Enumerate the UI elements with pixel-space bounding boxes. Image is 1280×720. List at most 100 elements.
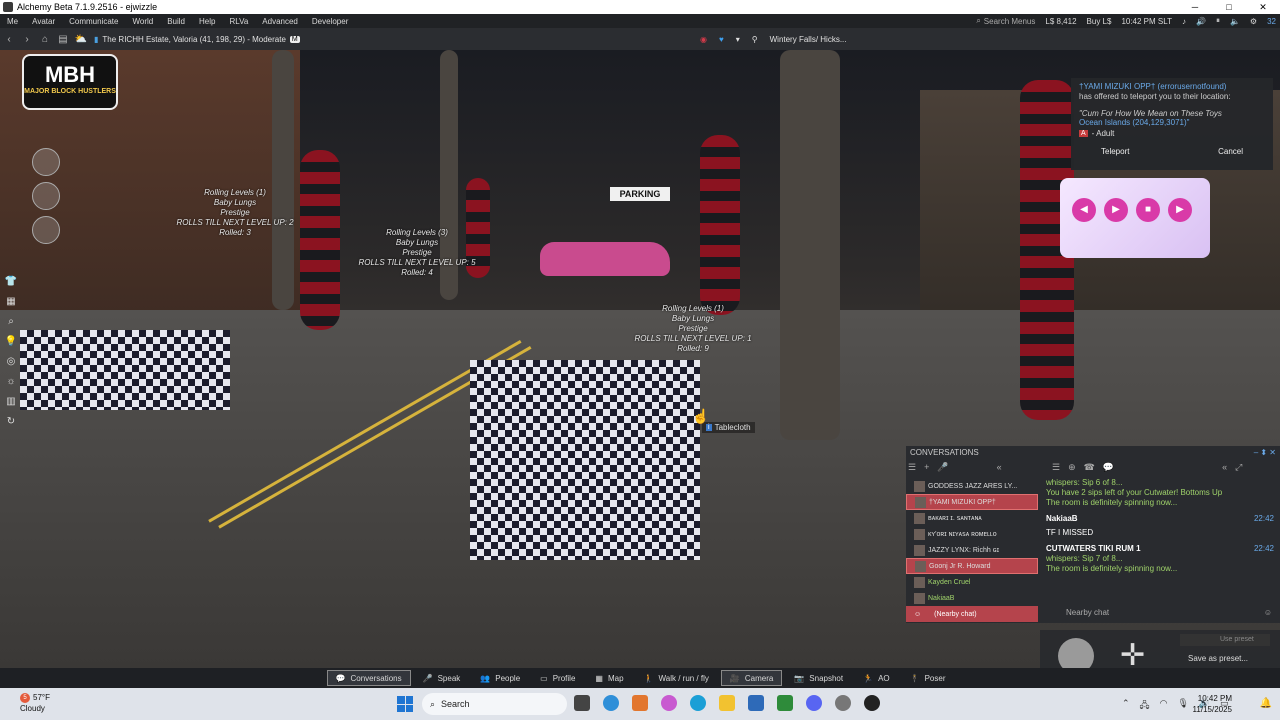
store-icon[interactable] [777, 695, 793, 711]
start-button[interactable] [397, 696, 413, 712]
location-bar[interactable]: ▮ The RICHH Estate, Valoria (41, 198, 29… [94, 35, 300, 44]
conversation-item[interactable]: ʙᴀᴋᴀʀɪ ɪ. ꜱᴀɴᴛᴀɴᴀ [906, 510, 1038, 526]
minimize-button[interactable]: ─ [1178, 0, 1212, 14]
parcel-info-icon[interactable]: ▮ [94, 35, 98, 44]
network-icon[interactable]: 🖧 [1140, 698, 1150, 714]
conversation-item[interactable]: Kayden Cruel [906, 574, 1038, 590]
taskbar-search[interactable]: ⌕ Search [422, 693, 567, 715]
eye-icon[interactable]: ◉ [700, 35, 707, 44]
conversation-item[interactable]: Goonj Jr R. Howard [906, 558, 1038, 574]
appearance-icon[interactable]: 👕 [3, 276, 19, 291]
landmark-icon[interactable]: ▤ [54, 34, 72, 45]
visual-studio-icon[interactable] [748, 695, 764, 711]
chevron-up-icon[interactable]: ⌃ [1122, 698, 1130, 714]
system-clock[interactable]: 10:42 PM 11/15/2025 [1193, 693, 1232, 715]
menu-me[interactable]: Me [0, 17, 25, 26]
conversations-button[interactable]: 💬 Conversations [326, 670, 411, 686]
voice-icon[interactable]: 🎤 [937, 462, 948, 476]
preset-select[interactable]: Use preset [1180, 634, 1270, 646]
browser-icon[interactable] [603, 695, 619, 711]
conversation-item-nearby[interactable]: ☺ (Nearby chat) [906, 606, 1038, 622]
lightbulb-icon[interactable]: 💡 [3, 336, 19, 351]
viewer-icon[interactable] [864, 695, 880, 711]
mic-icon[interactable]: 🎙 [1177, 698, 1188, 714]
refresh-icon[interactable]: ↻ [3, 416, 19, 431]
hud-next-icon[interactable]: ▶ [1168, 198, 1192, 222]
chat-options-icon[interactable]: ☰ [1052, 462, 1060, 473]
menu-advanced[interactable]: Advanced [255, 17, 305, 26]
home-icon[interactable]: ⌂ [36, 34, 54, 45]
environment-icon[interactable]: ☼ [3, 376, 19, 391]
pick-text[interactable]: Wintery Falls/ Hicks... [770, 35, 847, 44]
maximize-button[interactable]: □ [1212, 0, 1246, 14]
pause-icon[interactable]: ⏸ [1216, 16, 1220, 26]
call-icon[interactable]: ☎ [1084, 462, 1095, 473]
expand-icon[interactable]: ⤢ [1235, 462, 1242, 473]
build-icon[interactable]: ▥ [3, 396, 19, 411]
chat-sender[interactable]: CUTWATERS TIKI RUM 1 [1046, 544, 1141, 554]
menu-search[interactable]: ⌕ Search Menus [976, 16, 1035, 26]
edge-icon[interactable] [690, 695, 706, 711]
settings-icon[interactable]: ⚙ [1250, 17, 1257, 26]
conversation-item[interactable]: †YAMI MIZUKI OPP† [906, 494, 1038, 510]
search-icon[interactable]: ⌕ [3, 316, 19, 331]
add-icon[interactable]: + [924, 462, 929, 476]
conversation-item[interactable]: ᴋʏ'ᴏʀɪ ɴɪʏᴀꜱᴀ ʀᴏᴍᴇʟʟᴏ [906, 526, 1038, 542]
collapse-icon[interactable]: « [997, 462, 1002, 476]
menu-communicate[interactable]: Communicate [62, 17, 125, 26]
mute-icon[interactable]: 🔈 [1230, 17, 1240, 26]
file-explorer-icon[interactable] [719, 695, 735, 711]
menu-rlva[interactable]: RLVa [222, 17, 255, 26]
hud-play-icon[interactable]: ▶ [1104, 198, 1128, 222]
teleport-button[interactable]: Teleport [1091, 145, 1139, 158]
cancel-button[interactable]: Cancel [1208, 145, 1253, 158]
conversation-item[interactable]: NakiaaB [906, 590, 1038, 606]
menu-world[interactable]: World [125, 17, 160, 26]
people-button[interactable]: 👥 People [472, 670, 528, 686]
chat-bubble-icon[interactable]: 💬 [1103, 462, 1114, 473]
conversation-item[interactable]: GODDESS JAZZ ARES LY... [906, 478, 1038, 494]
menu-avatar[interactable]: Avatar [25, 17, 62, 26]
chat-input[interactable]: Nearby chat ☺ [1046, 606, 1276, 620]
poser-button[interactable]: 🕴 Poser [902, 670, 954, 686]
settings-icon[interactable] [835, 695, 851, 711]
profile-button[interactable]: ▭ Profile [532, 670, 583, 686]
color-hud[interactable]: ◀ ▶ ■ ▶ [1060, 178, 1210, 258]
app-icon[interactable] [632, 695, 648, 711]
notification-bell-icon[interactable]: 🔔 [1260, 698, 1272, 709]
forward-icon[interactable]: › [18, 34, 36, 45]
menu-build[interactable]: Build [160, 17, 192, 26]
teleport-from[interactable]: †YAMI MIZUKI OPP† (errorusernotfound) [1079, 82, 1265, 91]
chat-sender[interactable]: NakiaaB [1046, 514, 1078, 524]
conversation-item[interactable]: JAZZY LYNX: Richh ɢɪ [906, 542, 1038, 558]
weather-widget[interactable]: 5 57°F Cloudy [20, 692, 50, 714]
picnic-table[interactable] [470, 360, 700, 560]
emoji-icon[interactable]: ☺ [1264, 606, 1272, 620]
inventory-icon[interactable]: ▦ [3, 296, 19, 311]
volume-icon[interactable]: 🔊 [1196, 17, 1206, 26]
options-icon[interactable]: ☰ [908, 462, 916, 476]
close-button[interactable]: ✕ [1246, 0, 1280, 14]
shirt-icon[interactable] [32, 148, 60, 176]
buy-currency-button[interactable]: Buy L$ [1087, 17, 1112, 26]
map-button[interactable]: ▦ Map [587, 670, 631, 686]
walk-run-fly-button[interactable]: 🚶 Walk / run / fly [636, 670, 717, 686]
copilot-icon[interactable] [661, 695, 677, 711]
discord-icon[interactable] [806, 695, 822, 711]
back-icon[interactable]: ‹ [0, 34, 18, 45]
save-preset-button[interactable]: Save as preset... [1180, 654, 1248, 663]
ao-button[interactable]: 🏃 AO [855, 670, 898, 686]
hud-stop-icon[interactable]: ■ [1136, 198, 1160, 222]
speak-button[interactable]: 🎤 Speak [415, 670, 469, 686]
media-icon[interactable]: ♪ [1182, 17, 1186, 26]
collapse-chat-icon[interactable]: « [1222, 462, 1227, 473]
pin-icon[interactable]: ⚲ [752, 35, 758, 44]
task-view-icon[interactable] [574, 695, 590, 711]
radar-icon[interactable]: ◎ [3, 356, 19, 371]
wheel-icon[interactable] [32, 182, 60, 210]
add-people-icon[interactable]: ⊕ [1068, 462, 1076, 473]
snapshot-button[interactable]: 📷 Snapshot [786, 670, 851, 686]
hud-prev-icon[interactable]: ◀ [1072, 198, 1096, 222]
menu-help[interactable]: Help [192, 17, 222, 26]
chevron-down-icon[interactable]: ▾ [736, 35, 740, 44]
